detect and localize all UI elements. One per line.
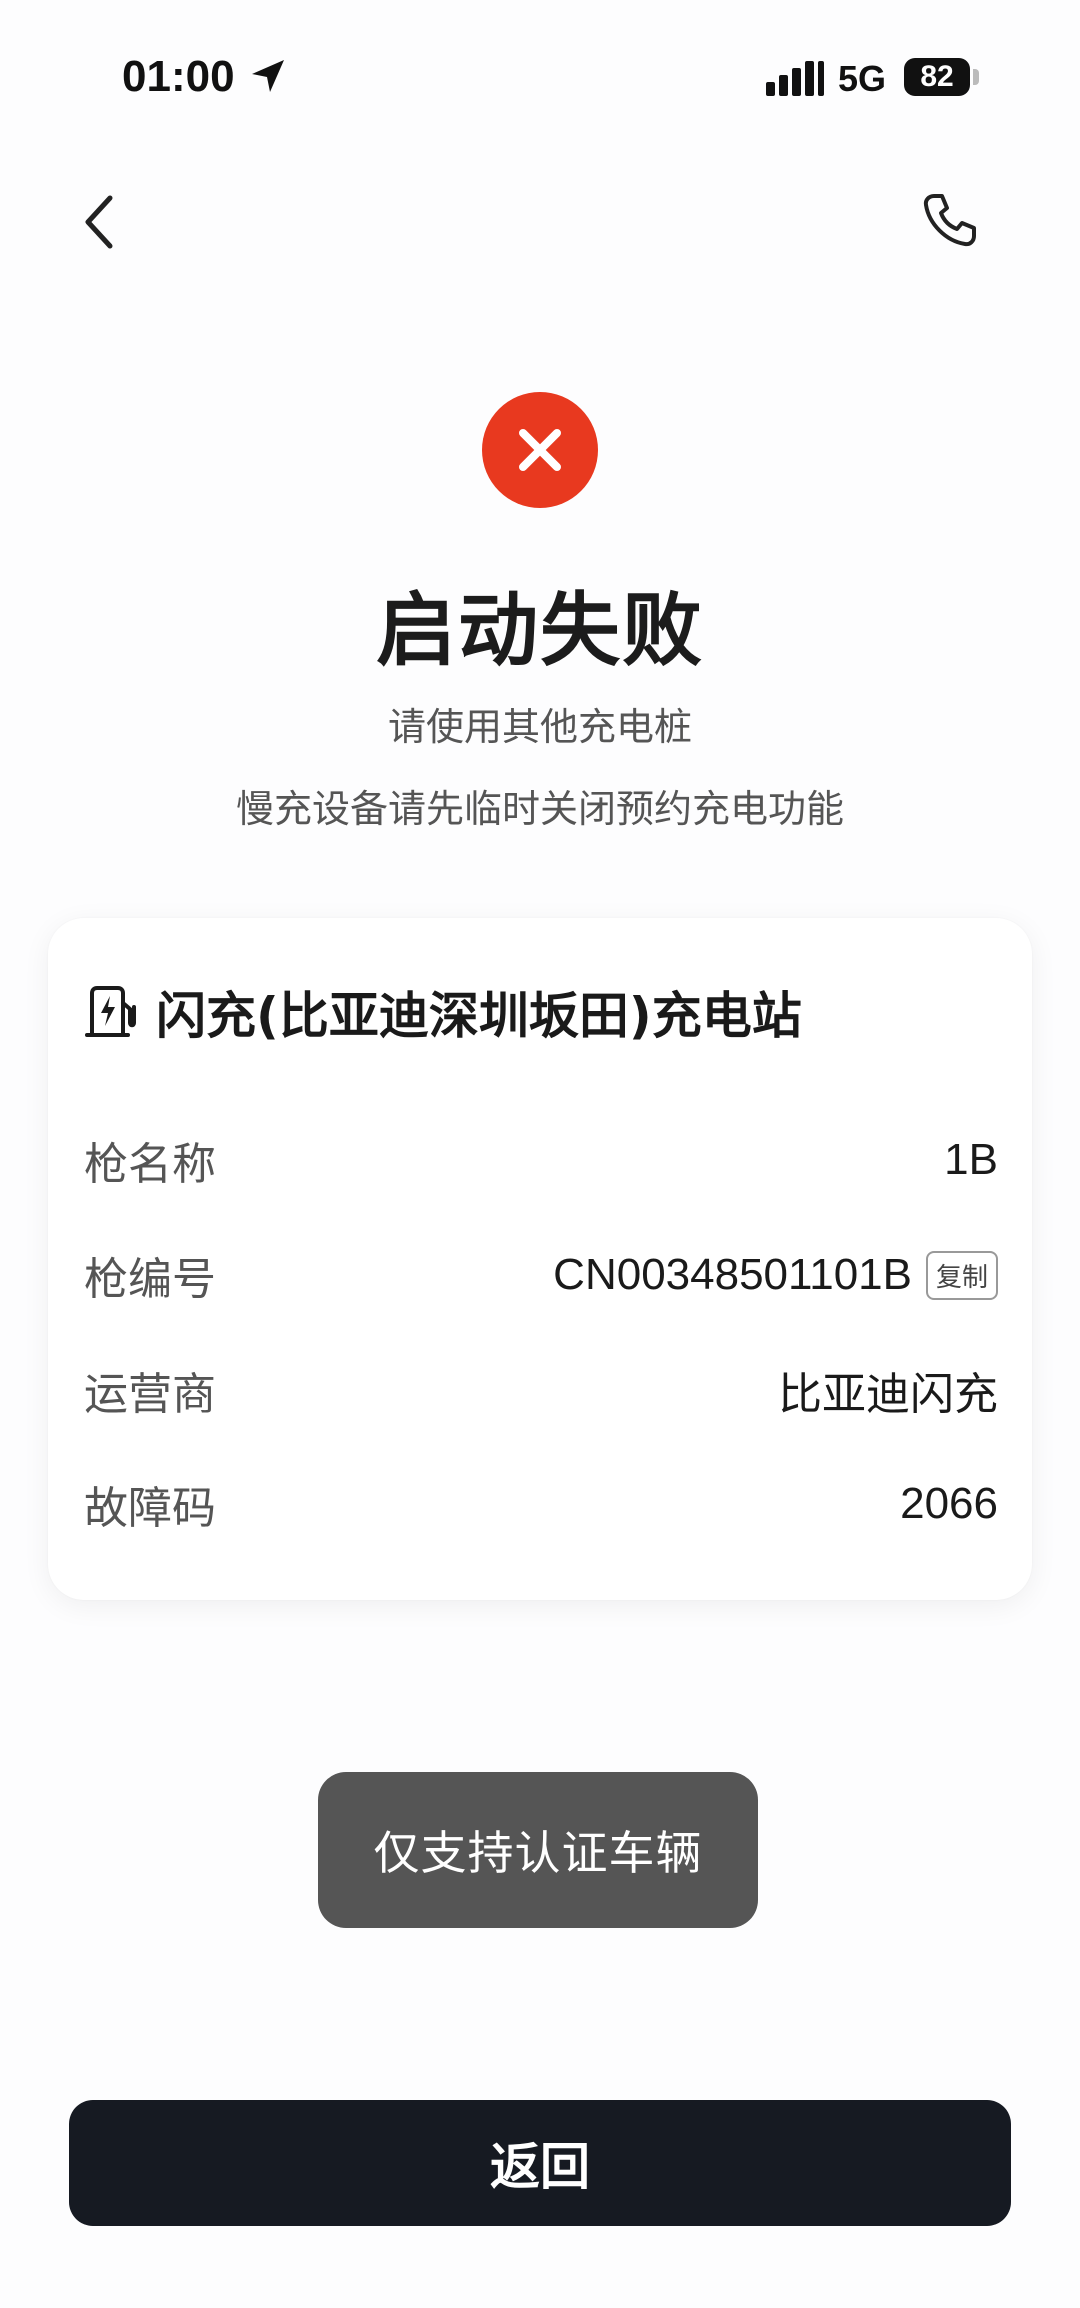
operator-value: 比亚迪闪充 xyxy=(778,1370,998,1419)
gun-name-value: 1B xyxy=(944,1135,998,1184)
gun-number-label: 枪编号 xyxy=(84,1254,216,1305)
result-subtitle-2: 慢充设备请先临时关闭预约充电功能 xyxy=(235,787,844,831)
gun-name-label: 枪名称 xyxy=(84,1139,216,1190)
signal-bars-icon xyxy=(766,61,824,96)
info-row-fault-code: 故障码 2066 xyxy=(84,1469,998,1539)
result-title: 启动失败 xyxy=(376,584,704,677)
status-bar: 01:00 5G 82 xyxy=(0,0,1080,150)
battery-level: 82 xyxy=(920,60,954,93)
charging-start-failed-page: 01:00 5G 82 启动失败 请使用其他充电桩 慢充设备请先临时关闭预约充电… xyxy=(0,0,1080,2308)
chevron-left-icon[interactable] xyxy=(80,192,120,252)
phone-icon[interactable] xyxy=(920,190,980,250)
info-row-operator: 运营商 比亚迪闪充 xyxy=(84,1355,998,1425)
station-name: 闪充(比亚迪深圳坂田)充电站 xyxy=(156,987,802,1045)
status-time: 01:00 xyxy=(122,52,235,101)
copy-button[interactable]: 复制 xyxy=(925,1250,998,1300)
battery-tip xyxy=(973,69,979,85)
gun-number-value: CN00348501101B xyxy=(553,1250,912,1299)
result-subtitle-1: 请使用其他充电桩 xyxy=(387,705,692,749)
close-circle-icon xyxy=(482,392,598,508)
charger-info-card: 闪充(比亚迪深圳坂田)充电站 枪名称 1B 枪编号 CN00348501101B… xyxy=(48,918,1032,1600)
station-header: 闪充(比亚迪深圳坂田)充电站 xyxy=(84,972,802,1052)
battery-indicator: 82 xyxy=(904,58,970,96)
charger-icon xyxy=(85,986,136,1037)
info-row-gun-number: 枪编号 CN00348501101B 复制 xyxy=(84,1240,998,1310)
close-icon xyxy=(519,429,561,471)
gun-number-value-group: CN00348501101B 复制 xyxy=(553,1250,998,1300)
toast-message: 仅支持认证车辆 xyxy=(318,1772,758,1928)
fault-code-value: 2066 xyxy=(900,1479,998,1528)
location-arrow-icon xyxy=(252,60,284,92)
network-type: 5G xyxy=(838,58,887,99)
operator-label: 运营商 xyxy=(84,1369,216,1420)
return-button[interactable]: 返回 xyxy=(69,2100,1011,2226)
info-row-gun-name: 枪名称 1B xyxy=(84,1125,998,1195)
fault-code-label: 故障码 xyxy=(84,1483,216,1534)
